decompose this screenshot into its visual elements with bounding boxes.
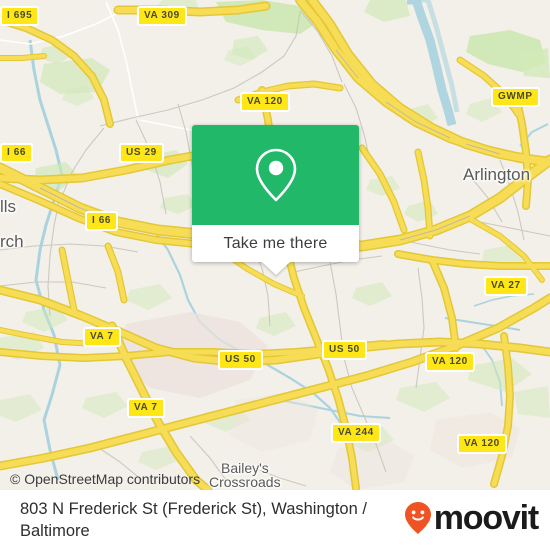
moovit-smiley-pin-icon [404,502,431,534]
road-shield: VA 309 [137,6,187,26]
popup-footer[interactable]: Take me there [192,225,359,275]
road-shield: VA 7 [83,327,121,347]
moovit-wordmark: moovit [433,499,539,537]
location-pin-icon [255,148,296,202]
place-label-crossroads: Crossroads [209,474,281,490]
location-title: 803 N Frederick St (Frederick St), Washi… [20,500,367,540]
road-shield: VA 27 [484,276,528,296]
popup-tail [261,262,290,275]
road-shield: I 695 [0,6,40,26]
road-shield: US 50 [218,350,263,370]
take-me-there-label: Take me there [223,234,328,252]
place-label-church: rch [0,232,24,251]
road-shield: VA 7 [127,398,165,418]
place-label-falls: lls [0,197,17,216]
road-shield: VA 244 [331,423,381,443]
osm-attribution[interactable]: © OpenStreetMap contributors [10,471,200,487]
road-shield: VA 120 [240,92,290,112]
place-label-arlington: Arlington [463,165,531,184]
road-shield: GWMP [491,87,540,107]
road-shield: I 66 [0,143,34,163]
road-shield: US 50 [322,340,367,360]
map-screenshot-root: I 695 VA 309 VA 120 GWMP I 66 US 29 I 66… [0,0,550,550]
popup-header [192,125,359,225]
road-shield: I 66 [85,211,119,231]
road-shield: VA 120 [457,434,507,454]
road-shield: US 29 [119,143,164,163]
location-popup-card[interactable]: Take me there [192,125,359,275]
map-viewport[interactable]: I 695 VA 309 VA 120 GWMP I 66 US 29 I 66… [0,0,550,490]
road-shield: VA 120 [425,352,475,372]
moovit-logo[interactable]: moovit [404,499,539,537]
